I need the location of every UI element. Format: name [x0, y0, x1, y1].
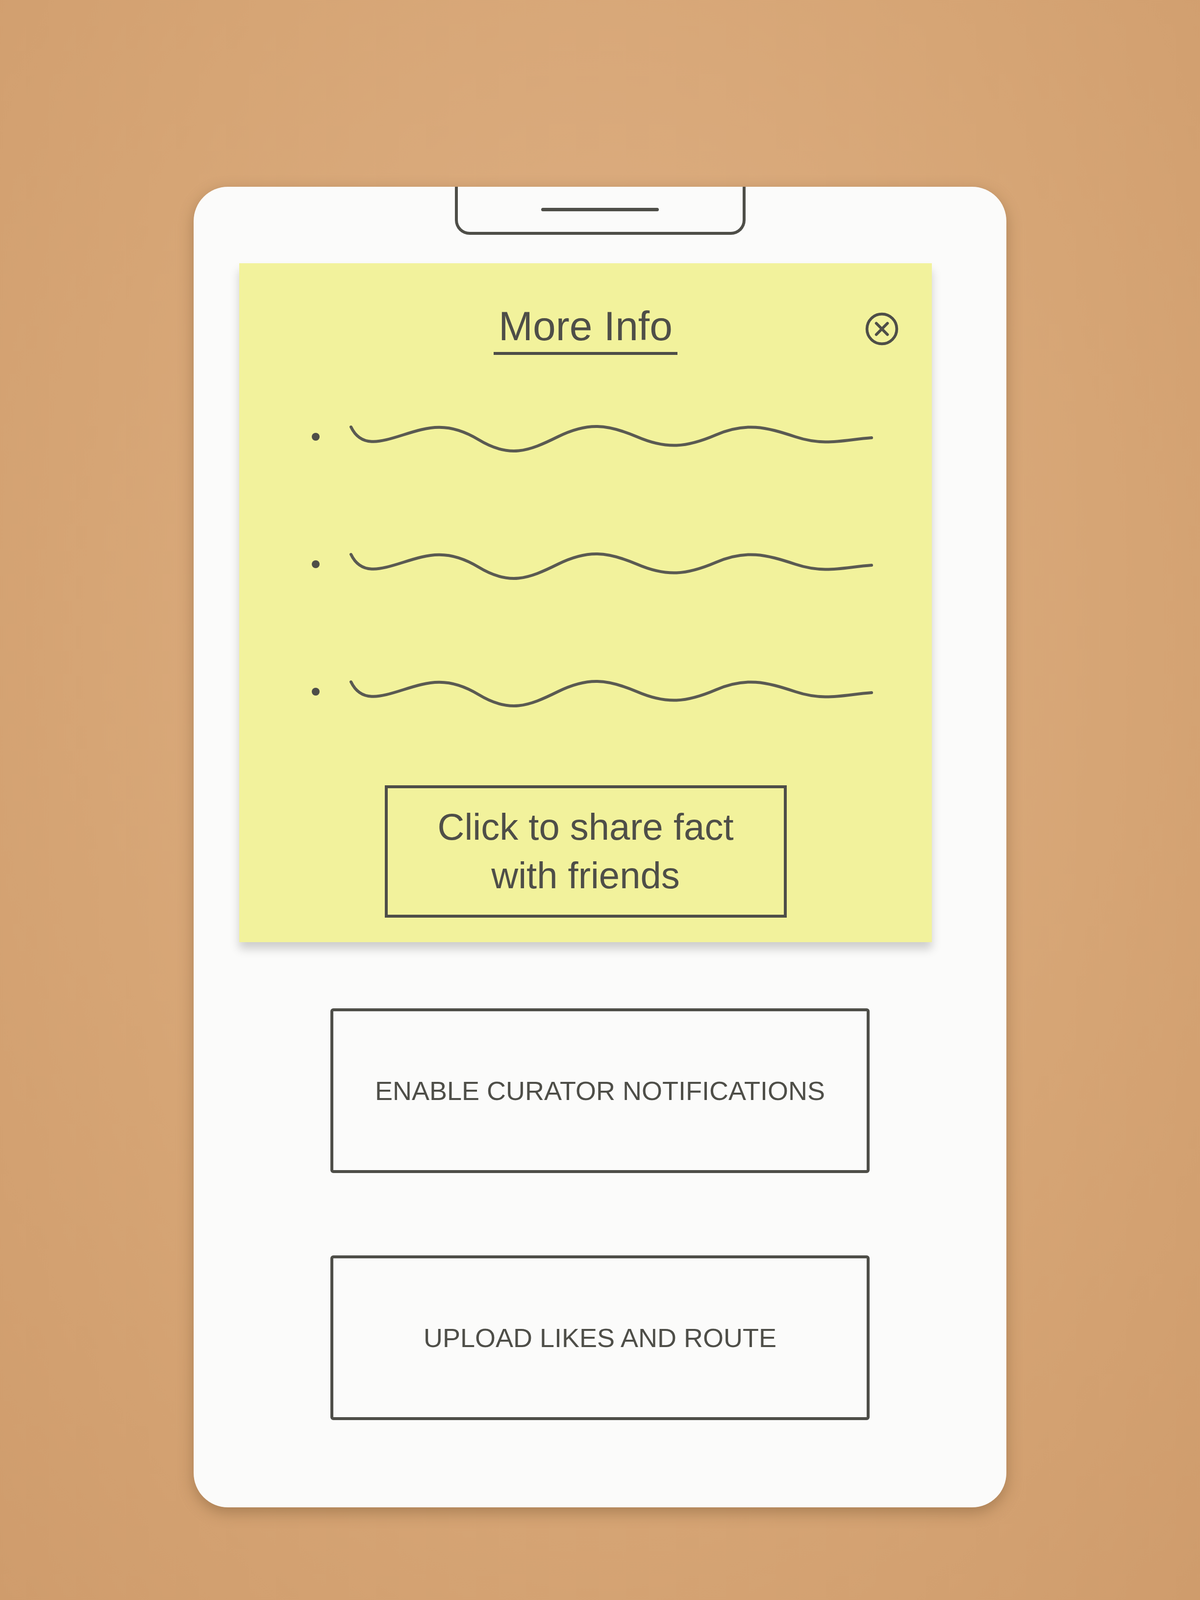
sheet-title: More Info	[493, 302, 678, 355]
share-button[interactable]: Click to share fact with friends	[384, 785, 787, 918]
action-button[interactable]: ENABLE CURATOR NOTIFICATIONS	[330, 1008, 870, 1174]
bullet-icon	[311, 687, 320, 696]
close-icon[interactable]	[863, 310, 901, 348]
scribble-line	[349, 672, 874, 712]
desk-surface: More Info Click to share fact with friend…	[0, 0, 1200, 1600]
bullet-icon	[311, 432, 320, 441]
speaker-icon	[541, 207, 659, 212]
paper-phone: More Info Click to share fact with friend…	[193, 186, 1007, 1508]
info-list	[239, 373, 932, 756]
sheet-header: More Info	[239, 302, 932, 355]
more-info-sheet: More Info Click to share fact with friend…	[239, 263, 932, 943]
info-item	[239, 500, 932, 628]
scribble-line	[349, 417, 874, 457]
info-item	[239, 373, 932, 501]
action-list: ENABLE CURATOR NOTIFICATIONS UPLOAD LIKES…	[193, 1008, 1007, 1421]
scribble-line	[349, 544, 874, 584]
action-button[interactable]: UPLOAD LIKES AND ROUTE	[330, 1255, 870, 1421]
phone-notch	[454, 186, 746, 235]
info-item	[239, 627, 932, 756]
bullet-icon	[311, 560, 320, 569]
